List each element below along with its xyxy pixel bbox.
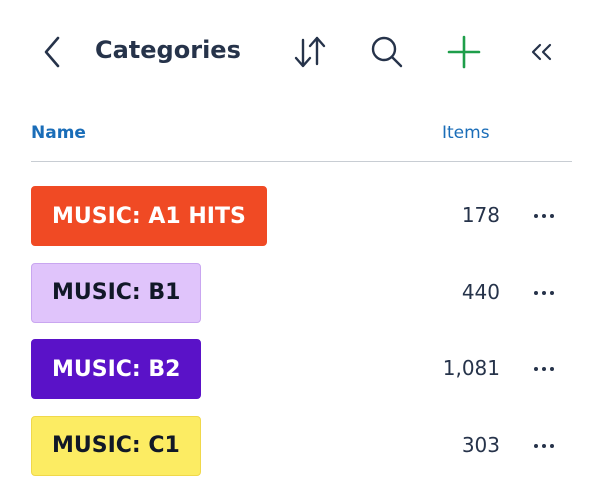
double-chevron-left-icon: [527, 37, 557, 67]
category-chip[interactable]: MUSIC: B2: [31, 339, 201, 399]
name-column-header[interactable]: Name: [31, 123, 86, 143]
header-divider: [31, 161, 572, 162]
item-count: 440: [462, 280, 500, 304]
category-row[interactable]: MUSIC: B2 1,081: [0, 339, 600, 416]
row-more-button[interactable]: [528, 428, 560, 464]
search-icon: [369, 34, 405, 70]
sort-button[interactable]: [288, 30, 332, 74]
category-row[interactable]: MUSIC: A1 HITS 178: [0, 186, 600, 263]
chevron-left-icon: [40, 34, 64, 70]
row-more-button[interactable]: [528, 198, 560, 234]
more-dots-icon: [534, 214, 554, 218]
collapse-panel-button[interactable]: [520, 30, 564, 74]
search-button[interactable]: [365, 30, 409, 74]
category-row[interactable]: MUSIC: C1 303: [0, 416, 600, 492]
category-list: MUSIC: A1 HITS 178 MUSIC: B1 440 MUSIC: …: [0, 186, 600, 492]
row-more-button[interactable]: [528, 351, 560, 387]
item-count: 178: [462, 203, 500, 227]
items-column-header[interactable]: Items: [442, 123, 490, 143]
more-dots-icon: [534, 444, 554, 448]
more-dots-icon: [534, 367, 554, 371]
row-more-button[interactable]: [528, 275, 560, 311]
back-button[interactable]: [30, 30, 74, 74]
plus-icon: [446, 34, 482, 70]
item-count: 1,081: [443, 356, 500, 380]
more-dots-icon: [534, 291, 554, 295]
category-chip[interactable]: MUSIC: A1 HITS: [31, 186, 267, 246]
sort-arrows-icon: [292, 34, 328, 70]
category-row[interactable]: MUSIC: B1 440: [0, 263, 600, 340]
category-chip[interactable]: MUSIC: C1: [31, 416, 201, 476]
add-category-button[interactable]: [442, 30, 486, 74]
page-title: Categories: [95, 36, 241, 64]
header-bar: Categories: [0, 0, 600, 106]
category-chip[interactable]: MUSIC: B1: [31, 263, 201, 323]
item-count: 303: [462, 433, 500, 457]
